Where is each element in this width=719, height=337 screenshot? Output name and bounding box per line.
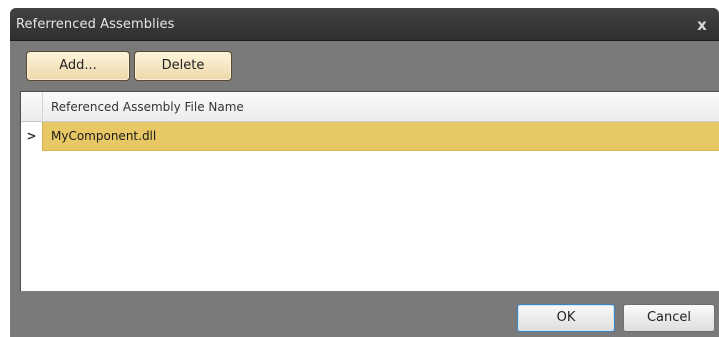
delete-button[interactable]: Delete	[134, 51, 232, 81]
column-header-file-name[interactable]: Referenced Assembly File Name	[51, 100, 244, 114]
grid-header: Referenced Assembly File Name	[21, 92, 719, 122]
referenced-assemblies-dialog: Referrenced Assemblies x Add... Delete R…	[10, 8, 719, 337]
ok-button[interactable]: OK	[517, 304, 615, 332]
table-row[interactable]: > MyComponent.dll	[21, 122, 719, 151]
grid-corner-cell	[21, 92, 43, 122]
cancel-button[interactable]: Cancel	[623, 304, 715, 332]
title-bar: Referrenced Assemblies x	[10, 8, 719, 41]
row-indicator-arrow-icon[interactable]: >	[21, 122, 43, 151]
close-icon[interactable]: x	[691, 14, 713, 36]
add-button[interactable]: Add...	[26, 51, 130, 81]
assemblies-grid[interactable]: Referenced Assembly File Name > MyCompon…	[20, 91, 719, 291]
dialog-title: Referrenced Assemblies	[16, 17, 175, 32]
file-name-cell[interactable]: MyComponent.dll	[51, 129, 156, 143]
